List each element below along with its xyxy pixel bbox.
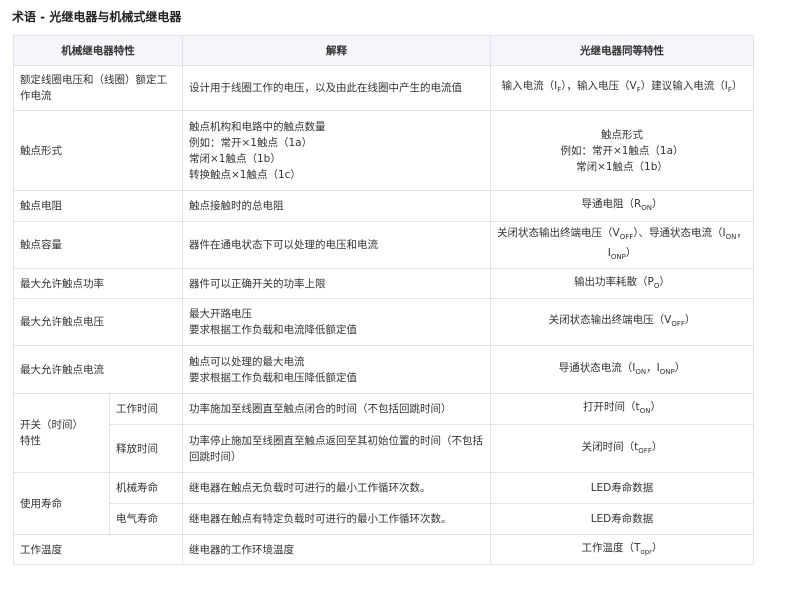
- table-row: 最大允许触点电流 触点可以处理的最大电流 要求根据工作负载和电压降低额定值 导通…: [13, 345, 754, 395]
- table-row: 触点容量 器件在通电状态下可以处理的电压和电流 关闭状态输出终端电压（VOFF）…: [13, 220, 754, 270]
- term-cell: 工作温度: [13, 534, 183, 566]
- photorelay-cell: 工作温度（Topr）: [490, 534, 754, 566]
- photorelay-cell: 关闭状态输出终端电压（VOFF）、导通状态电流（ION，IONP）: [490, 220, 754, 270]
- explanation-cell: 器件可以正确开关的功率上限: [182, 268, 491, 300]
- photorelay-cell: 关闭时间（tOFF）: [490, 424, 754, 474]
- group-cell-switching: 开关（时间） 特性: [13, 393, 110, 474]
- explanation-cell: 触点可以处理的最大电流 要求根据工作负载和电压降低额定值: [182, 345, 491, 395]
- term-cell: 最大允许触点电压: [13, 298, 183, 347]
- table-row: 开关（时间） 特性 工作时间 功率施加至线圈直至触点闭合的时间（不包括回跳时间）…: [13, 393, 754, 474]
- table-row: 电气寿命 继电器在触点有特定负载时可进行的最小工作循环次数。 LED寿命数据: [14, 503, 754, 536]
- explanation-cell: 功率施加至线圈直至触点闭合的时间（不包括回跳时间）: [182, 393, 491, 426]
- table-row: 使用寿命 机械寿命 继电器在触点无负载时可进行的最小工作循环次数。 LED寿命数…: [13, 472, 754, 536]
- table-header-row: 机械继电器特性 解释 光继电器同等特性: [13, 35, 754, 66]
- explanation-cell: 器件在通电状态下可以处理的电压和电流: [182, 220, 491, 270]
- table-row: 最大允许触点功率 器件可以正确开关的功率上限 输出功率耗散（PO）: [13, 268, 754, 300]
- subterm-cell: 释放时间: [109, 424, 183, 474]
- photorelay-cell: 输出功率耗散（PO）: [490, 268, 754, 300]
- header-photorelay: 光继电器同等特性: [490, 35, 754, 66]
- photorelay-cell: 打开时间（tON）: [490, 393, 754, 426]
- explanation-cell: 继电器在触点无负载时可进行的最小工作循环次数。: [182, 472, 491, 505]
- photorelay-cell: 触点形式 例如：常开×1触点（1a） 常闭×1触点（1b）: [490, 110, 754, 191]
- term-cell: 触点电阻: [13, 190, 183, 222]
- explanation-cell: 最大开路电压 要求根据工作负载和电流降低额定值: [182, 298, 491, 347]
- explanation-cell: 功率停止施加至线圈直至触点返回至其初始位置的时间（不包括回跳时间）: [182, 424, 491, 474]
- photorelay-cell: 导通电阻（RON）: [490, 190, 754, 222]
- photorelay-cell: 输入电流（IF），输入电压（VF）建议输入电流（IF）: [490, 65, 754, 111]
- photorelay-cell: 导通状态电流（ION，IONP）: [490, 345, 754, 395]
- photorelay-cell: LED寿命数据: [490, 472, 754, 505]
- table-row: 释放时间 功率停止施加至线圈直至触点返回至其初始位置的时间（不包括回跳时间） 关…: [14, 424, 754, 474]
- explanation-cell: 继电器的工作环境温度: [182, 534, 491, 566]
- term-cell: 最大允许触点电流: [13, 345, 183, 395]
- table-row: 最大允许触点电压 最大开路电压 要求根据工作负载和电流降低额定值 关闭状态输出终…: [13, 298, 754, 347]
- explanation-cell: 继电器在触点有特定负载时可进行的最小工作循环次数。: [182, 503, 491, 536]
- table-row: 工作温度 继电器的工作环境温度 工作温度（Topr）: [13, 534, 754, 566]
- term-cell: 触点形式: [13, 110, 183, 191]
- table-row: 触点形式 触点机构和电路中的触点数量 例如：常开×1触点（1a） 常闭×1触点（…: [13, 110, 754, 191]
- photorelay-cell: 关闭状态输出终端电压（VOFF）: [490, 298, 754, 347]
- explanation-cell: 设计用于线圈工作的电压，以及由此在线圈中产生的电流值: [182, 65, 491, 111]
- header-explanation: 解释: [182, 35, 491, 66]
- group-cell-life: 使用寿命: [13, 472, 110, 536]
- term-cell: 额定线圈电压和（线圈）额定工作电流: [13, 65, 183, 111]
- subterm-cell: 电气寿命: [109, 503, 183, 536]
- term-cell: 触点容量: [13, 220, 183, 270]
- subterm-cell: 工作时间: [109, 393, 183, 426]
- table-row: 触点电阻 触点接触时的总电阻 导通电阻（RON）: [13, 190, 754, 222]
- photorelay-cell: LED寿命数据: [490, 503, 754, 536]
- explanation-cell: 触点接触时的总电阻: [182, 190, 491, 222]
- terminology-table: 机械继电器特性 解释 光继电器同等特性 额定线圈电压和（线圈）额定工作电流 设计…: [13, 35, 754, 566]
- page-title: 术语 - 光继电器与机械式继电器: [12, 10, 182, 24]
- subterm-cell: 机械寿命: [109, 472, 183, 505]
- table-row: 额定线圈电压和（线圈）额定工作电流 设计用于线圈工作的电压，以及由此在线圈中产生…: [13, 65, 754, 111]
- term-cell: 最大允许触点功率: [13, 268, 183, 300]
- header-mechanical: 机械继电器特性: [13, 35, 183, 66]
- explanation-cell: 触点机构和电路中的触点数量 例如：常开×1触点（1a） 常闭×1触点（1b） 转…: [182, 110, 491, 191]
